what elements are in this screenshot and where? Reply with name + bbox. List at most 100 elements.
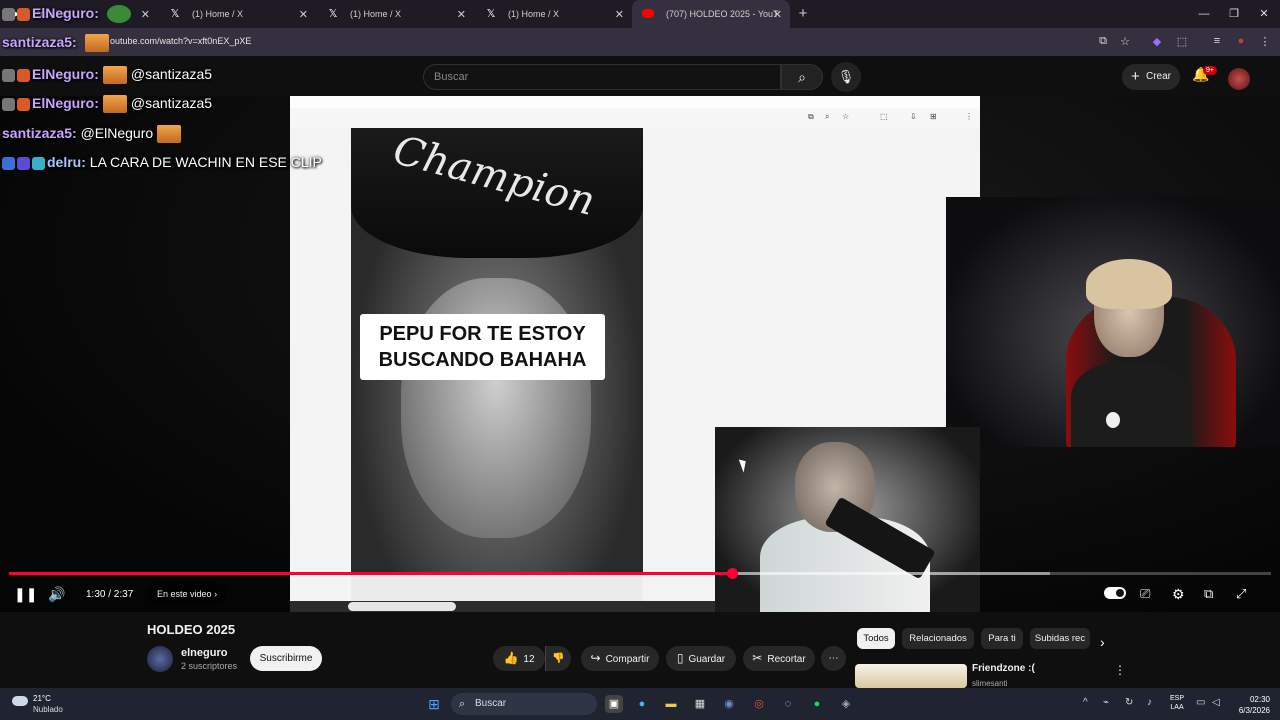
chip-todos[interactable]: Todos bbox=[857, 628, 895, 649]
video-player[interactable]: ⧉ ⌕ ☆ ⬚ ⇩ ⊞ ⋮ Champion PEPU FOR TE ESTOY BUSC… bbox=[0, 96, 1280, 612]
obs-icon[interactable]: ◌ bbox=[779, 695, 797, 713]
browser-menu-icon[interactable]: ⋮ bbox=[1258, 35, 1272, 48]
miniplayer-icon[interactable]: ⧉ bbox=[1204, 585, 1213, 603]
store-icon[interactable]: ▦ bbox=[691, 695, 709, 713]
streamer-body bbox=[1071, 362, 1191, 447]
settings-icon[interactable]: ⚙ bbox=[1172, 585, 1185, 603]
autoplay-toggle[interactable] bbox=[1104, 587, 1126, 599]
tab-close-icon[interactable]: ✕ bbox=[615, 8, 624, 21]
pause-icon[interactable]: ❚❚ bbox=[14, 585, 37, 603]
language-indicator[interactable]: ESP LAA bbox=[1170, 694, 1184, 712]
browser-tab-x-1[interactable]: 𝕏 (1) Home / X ✕ bbox=[158, 0, 316, 28]
clip-caption: PEPU FOR TE ESTOY BUSCANDO BAHAHA bbox=[360, 314, 605, 380]
subtitles-icon[interactable]: ⎚ bbox=[1140, 585, 1150, 603]
bookmark-star-icon[interactable]: ☆ bbox=[1118, 35, 1132, 48]
recommendation-thumbnail[interactable] bbox=[855, 664, 967, 688]
share-button[interactable]: ↪ Compartir bbox=[581, 646, 659, 671]
mic-icon[interactable]: ♪ bbox=[1147, 697, 1152, 708]
browser-tab-x-3[interactable]: 𝕏 (1) Home / X ✕ bbox=[474, 0, 632, 28]
video-title: HOLDEO 2025 bbox=[147, 622, 236, 637]
media-controls-icon[interactable]: ≡ bbox=[1210, 35, 1224, 47]
edge-icon[interactable]: ● bbox=[633, 695, 651, 713]
chip-para-ti[interactable]: Para ti bbox=[981, 628, 1023, 649]
save-button[interactable]: ▯ Guardar bbox=[666, 646, 736, 671]
chrome-icon[interactable]: ◎ bbox=[750, 695, 768, 713]
discord-icon[interactable]: ◉ bbox=[720, 695, 738, 713]
subscriber-count: 2 suscriptores bbox=[181, 661, 238, 671]
dislike-button[interactable]: 👎 bbox=[545, 646, 571, 671]
weather-description: Nublado bbox=[33, 705, 63, 714]
create-button[interactable]: + Crear bbox=[1122, 64, 1180, 90]
channel-avatar[interactable] bbox=[147, 646, 173, 672]
channel-name[interactable]: elneguro bbox=[181, 647, 227, 659]
subscribe-button[interactable]: Suscribirme bbox=[250, 646, 322, 671]
tab-close-icon[interactable]: ✕ bbox=[457, 8, 466, 21]
chat-message: ElNeguro: bbox=[2, 5, 135, 24]
extension-icon[interactable]: ◆ bbox=[1150, 35, 1164, 48]
steam-icon[interactable]: ◈ bbox=[837, 695, 855, 713]
browser-tab-youtube[interactable]: (707) HOLDEO 2025 - YouT ✕ bbox=[632, 0, 790, 28]
extensions-puzzle-icon[interactable]: ⬚ bbox=[1175, 35, 1189, 48]
pendant bbox=[1106, 412, 1120, 428]
tab-close-icon[interactable]: ✕ bbox=[773, 8, 782, 21]
tab-label: (1) Home / X bbox=[192, 9, 244, 19]
task-view-icon[interactable]: ▣ bbox=[605, 695, 623, 713]
sync-icon[interactable]: ↻ bbox=[1125, 697, 1133, 708]
minimize-button[interactable]: — bbox=[1188, 0, 1220, 28]
more-icon[interactable]: ⋯ bbox=[821, 646, 846, 671]
taskbar-search[interactable]: ⌕ Buscar bbox=[451, 693, 597, 715]
mic-icon[interactable]: 🎙 bbox=[831, 62, 861, 92]
file-explorer-icon[interactable]: ▬ bbox=[662, 695, 680, 713]
browser-tab-x-2[interactable]: 𝕏 (1) Home / X ✕ bbox=[316, 0, 474, 28]
like-button[interactable]: 👍 12 bbox=[493, 646, 545, 671]
clip-button[interactable]: ✂ Recortar bbox=[743, 646, 815, 671]
browser-tab-bar: ▸ Premium ✕ 𝕏 (1) Home / X ✕ 𝕏 (1) Home … bbox=[0, 0, 1280, 28]
x-logo-icon: 𝕏 bbox=[486, 8, 496, 20]
chip-subidas-recientes[interactable]: Subidas rec bbox=[1030, 628, 1090, 649]
weather-temperature: 21°C bbox=[33, 694, 51, 703]
create-label: Crear bbox=[1146, 71, 1172, 82]
chat-message: santizaza5: bbox=[2, 34, 113, 53]
cap: Champion bbox=[351, 128, 643, 258]
spotify-icon[interactable]: ● bbox=[808, 695, 826, 713]
volume-icon[interactable]: 🔊 bbox=[48, 585, 65, 603]
search-icon[interactable]: ⌕ bbox=[781, 64, 823, 90]
tab-label: (1) Home / X bbox=[508, 9, 560, 19]
search-input[interactable]: Buscar bbox=[423, 64, 781, 90]
chip-relacionados[interactable]: Relacionados bbox=[902, 628, 974, 649]
new-tab-button[interactable]: + bbox=[790, 0, 816, 28]
streamer-hair bbox=[1086, 259, 1172, 309]
recommendation-channel: slimesanti bbox=[972, 679, 1008, 688]
fullscreen-icon[interactable]: ⤢ bbox=[1236, 585, 1246, 603]
more-icon[interactable]: ⋮ bbox=[1114, 663, 1126, 677]
avatar[interactable] bbox=[1228, 68, 1250, 90]
chevron-up-icon[interactable]: ^ bbox=[1083, 697, 1088, 708]
secondary-webcam bbox=[715, 427, 980, 612]
speaker-icon[interactable]: ◁ bbox=[1212, 697, 1220, 708]
url-field[interactable]: outube.com/watch?v=xft0nEX_pXE bbox=[110, 36, 251, 46]
maximize-button[interactable]: ❐ bbox=[1218, 0, 1250, 28]
tab-close-icon[interactable]: ✕ bbox=[299, 8, 308, 21]
scissors-icon: ✂ bbox=[752, 651, 763, 665]
chevron-right-icon[interactable]: › bbox=[1100, 633, 1105, 651]
clock[interactable]: 02:30 6/3/2026 bbox=[1228, 694, 1270, 716]
x-logo-icon: 𝕏 bbox=[328, 8, 338, 20]
progress-bar[interactable] bbox=[9, 568, 1271, 579]
address-bar: outube.com/watch?v=xft0nEX_pXE ⧉ ☆ ◆ ⬚ ≡… bbox=[0, 28, 1280, 56]
windows-start-icon[interactable]: ⊞ bbox=[425, 695, 443, 713]
network-icon[interactable]: ⌁ bbox=[1103, 697, 1109, 708]
clip-bottom-strip bbox=[351, 573, 643, 601]
display-icon[interactable]: ▭ bbox=[1196, 697, 1205, 708]
tab-label: (1) Home / X bbox=[350, 9, 402, 19]
dislike-icon: 👎 bbox=[552, 653, 565, 664]
tab-close-icon[interactable]: ✕ bbox=[141, 8, 150, 21]
chat-message: ElNeguro: @santizaza5 bbox=[2, 66, 212, 85]
profile-icon[interactable]: ● bbox=[1234, 35, 1248, 47]
chapter-button[interactable]: En este video › bbox=[147, 583, 228, 605]
like-icon: 👍 bbox=[503, 651, 519, 665]
recommendation-title[interactable]: Friendzone :( bbox=[972, 663, 1035, 674]
install-icon[interactable]: ⧉ bbox=[1096, 35, 1110, 48]
close-window-button[interactable]: ✕ bbox=[1248, 0, 1280, 28]
captured-taskbar bbox=[290, 601, 715, 612]
search-icon: ⌕ bbox=[459, 698, 466, 710]
